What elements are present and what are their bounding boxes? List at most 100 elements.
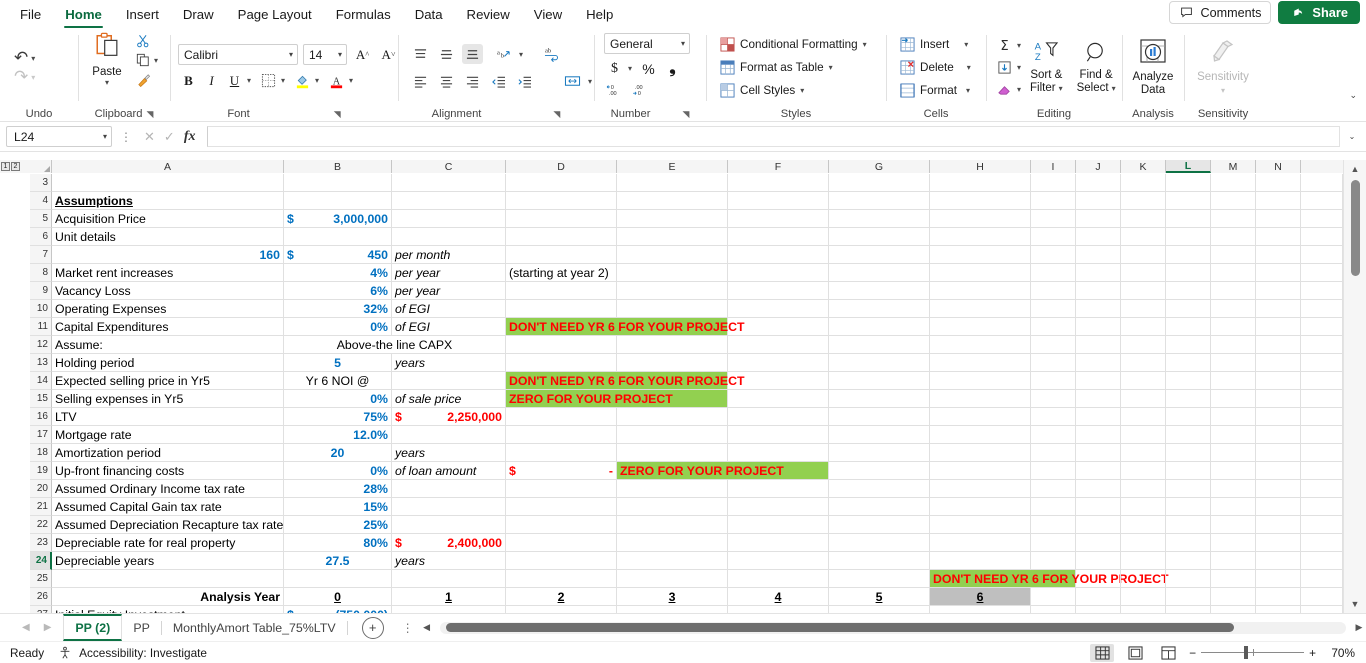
cell-M6[interactable] [1211, 228, 1256, 246]
cell-B3[interactable] [284, 174, 392, 192]
cell-J22[interactable] [1076, 516, 1121, 534]
cell-I19[interactable] [1031, 462, 1076, 480]
cell-N19[interactable] [1256, 462, 1301, 480]
cell-A13[interactable]: Holding period [52, 354, 284, 372]
cell-I4[interactable] [1031, 192, 1076, 210]
cell-K8[interactable] [1121, 264, 1166, 282]
cell-C16[interactable]: $2,250,000 [392, 408, 506, 426]
cell-C5[interactable] [392, 210, 506, 228]
cell-M10[interactable] [1211, 300, 1256, 318]
cell-C15[interactable]: of sale price [392, 390, 506, 408]
cell-A3[interactable] [52, 174, 284, 192]
cell-J6[interactable] [1076, 228, 1121, 246]
cell-H18[interactable] [930, 444, 1031, 462]
underline-button[interactable]: U [224, 70, 245, 91]
cell-A26[interactable]: Analysis Year [52, 588, 284, 606]
cell-I3[interactable] [1031, 174, 1076, 192]
cell-I21[interactable] [1031, 498, 1076, 516]
grid-row[interactable]: 6 Unit details [0, 228, 1343, 246]
cell-G19[interactable] [829, 462, 930, 480]
cell-L6[interactable] [1166, 228, 1211, 246]
cell-N7[interactable] [1256, 246, 1301, 264]
font-size-combo[interactable]: 14 ▾ [303, 44, 347, 65]
cell-A4[interactable]: Assumptions [52, 192, 284, 210]
page-layout-view-button[interactable] [1123, 644, 1147, 662]
cell-A23[interactable]: Depreciable rate for real property [52, 534, 284, 552]
chevron-down-icon[interactable]: ▾ [315, 76, 319, 85]
cell-B24[interactable]: 27.5 [284, 552, 392, 570]
cell-D8[interactable]: (starting at year 2) [506, 264, 617, 282]
cell-D19[interactable]: $ - [506, 462, 617, 480]
cell-L13[interactable] [1166, 354, 1211, 372]
cell-B4[interactable] [284, 192, 392, 210]
column-header-C[interactable]: C [392, 160, 506, 173]
clear-button[interactable]: ▾ [994, 80, 1021, 100]
cell-G20[interactable] [829, 480, 930, 498]
cell-J18[interactable] [1076, 444, 1121, 462]
cell-E10[interactable] [617, 300, 728, 318]
cell-G17[interactable] [829, 426, 930, 444]
cell-H14[interactable] [930, 372, 1031, 390]
cell-K18[interactable] [1121, 444, 1166, 462]
cell-H20[interactable] [930, 480, 1031, 498]
cell-K27[interactable] [1121, 606, 1166, 613]
italic-button[interactable]: I [201, 70, 222, 91]
row-header-14[interactable]: 14 [30, 372, 52, 390]
grid-row[interactable]: 23 Depreciable rate for real property 80% $… [0, 534, 1343, 552]
cell-I22[interactable] [1031, 516, 1076, 534]
cell-H3[interactable] [930, 174, 1031, 192]
grid-row[interactable]: 20 Assumed Ordinary Income tax rate 28% [0, 480, 1343, 498]
row-header-13[interactable]: 13 [30, 354, 52, 372]
select-all-corner[interactable] [30, 160, 52, 173]
analyze-data-button[interactable]: Analyze Data [1128, 36, 1179, 99]
row-header-3[interactable]: 3 [30, 174, 52, 192]
cell-K25[interactable] [1121, 570, 1166, 588]
align-right-button[interactable] [462, 71, 483, 91]
cell-M3[interactable] [1211, 174, 1256, 192]
cell-D23[interactable] [506, 534, 617, 552]
cell-F18[interactable] [728, 444, 829, 462]
cell-N18[interactable] [1256, 444, 1301, 462]
cell-E25[interactable] [617, 570, 728, 588]
cell-J26[interactable] [1076, 588, 1121, 606]
cell-A19[interactable]: Up-front financing costs [52, 462, 284, 480]
grid-row[interactable]: 7 160 $450 per month [0, 246, 1343, 264]
column-header-H[interactable]: H [930, 160, 1031, 173]
column-header-G[interactable]: G [829, 160, 930, 173]
row-header-20[interactable]: 20 [30, 480, 52, 498]
scroll-left-arrow-icon[interactable]: ◀ [420, 622, 434, 633]
cell-G27[interactable] [829, 606, 930, 613]
cell-M22[interactable] [1211, 516, 1256, 534]
cell-C25[interactable] [392, 570, 506, 588]
row-header-26[interactable]: 26 [30, 588, 52, 606]
cell-G8[interactable] [829, 264, 930, 282]
cell-M9[interactable] [1211, 282, 1256, 300]
cell-C23[interactable]: $2,400,000 [392, 534, 506, 552]
grid-row[interactable]: 11 Capital Expenditures 0% of EGI DON'T NEED… [0, 318, 1343, 336]
cell-K21[interactable] [1121, 498, 1166, 516]
cell-N16[interactable] [1256, 408, 1301, 426]
cell-F7[interactable] [728, 246, 829, 264]
cell-M19[interactable] [1211, 462, 1256, 480]
cell-E22[interactable] [617, 516, 728, 534]
cell-N4[interactable] [1256, 192, 1301, 210]
cell-C7[interactable]: per month [392, 246, 506, 264]
formula-bar-handle[interactable]: ⋮ [116, 130, 136, 144]
cell-B6[interactable] [284, 228, 392, 246]
grid-row[interactable]: 9 Vacancy Loss 6% per year [0, 282, 1343, 300]
row-header-25[interactable]: 25 [30, 570, 52, 588]
row-header-4[interactable]: 4 [30, 192, 52, 210]
cell-K19[interactable] [1121, 462, 1166, 480]
cell-B27[interactable]: $(750,000) [284, 606, 392, 613]
decrease-font-size-button[interactable]: A ˅ [378, 44, 399, 65]
cell-L14[interactable] [1166, 372, 1211, 390]
cell-J12[interactable] [1076, 336, 1121, 354]
sheet-tab-monthlyamort[interactable]: MonthlyAmort Table_75%LTV [162, 614, 347, 641]
cell-M13[interactable] [1211, 354, 1256, 372]
cell-F16[interactable] [728, 408, 829, 426]
row-header-18[interactable]: 18 [30, 444, 52, 462]
grid-row[interactable]: 14 Expected selling price in Yr5 Yr 6 NOI … [0, 372, 1343, 390]
cell-J5[interactable] [1076, 210, 1121, 228]
ribbon-tab-draw[interactable]: Draw [171, 2, 226, 28]
font-dialog-launcher[interactable]: ◥ [334, 109, 341, 120]
